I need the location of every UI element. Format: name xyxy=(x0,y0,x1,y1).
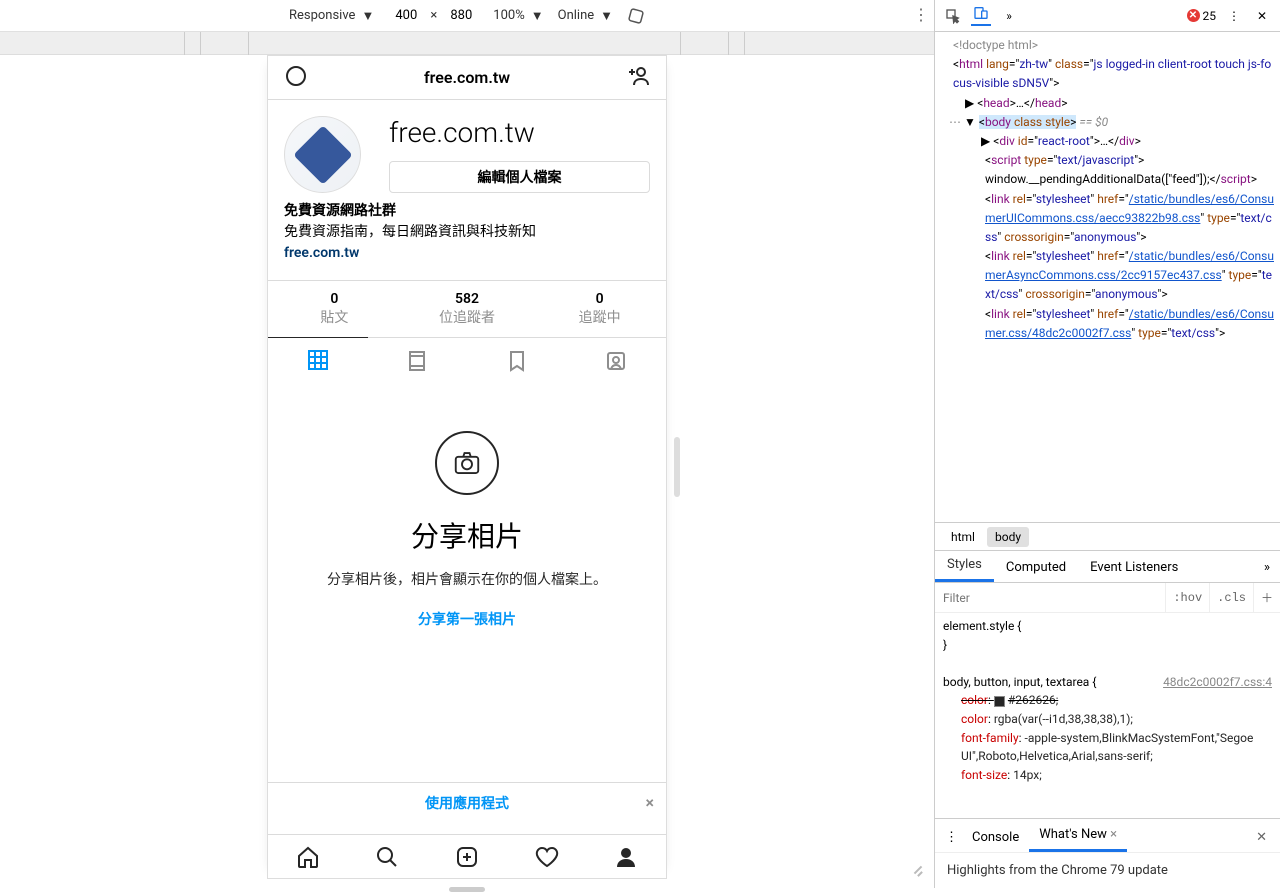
drawer-kebab[interactable]: ⋮ xyxy=(941,823,962,852)
use-app-link[interactable]: 使用應用程式 xyxy=(425,793,509,813)
device-mode-select[interactable]: Responsive ▼ xyxy=(289,8,374,24)
app-banner: 使用應用程式 × xyxy=(268,782,666,822)
tab-grid[interactable] xyxy=(268,337,368,383)
empty-description: 分享相片後，相片會顯示在你的個人檔案上。 xyxy=(292,569,642,589)
share-first-link[interactable]: 分享第一張相片 xyxy=(292,609,642,629)
username: free.com.tw xyxy=(389,116,650,149)
zoom-select[interactable]: 100% ▼ xyxy=(493,8,543,24)
cls-toggle[interactable]: .cls xyxy=(1209,583,1253,612)
emulation-toolbar: Responsive ▼ × 100% ▼ Online ▼ xyxy=(0,0,934,32)
chevron-down-icon: ▼ xyxy=(531,8,544,24)
nav-add[interactable] xyxy=(427,835,507,878)
width-input[interactable] xyxy=(388,8,424,23)
profile-stats: 0貼文 582位追蹤者 0追蹤中 xyxy=(268,280,666,337)
close-icon[interactable]: × xyxy=(646,793,655,812)
filter-input[interactable] xyxy=(935,587,1165,609)
rotate-button[interactable] xyxy=(627,7,645,25)
tab-styles[interactable]: Styles xyxy=(935,550,994,582)
stat-followers[interactable]: 582位追蹤者 xyxy=(401,281,534,337)
add-rule-button[interactable]: ＋ xyxy=(1253,583,1280,612)
styles-filter-row: :hov .cls ＋ xyxy=(935,583,1280,613)
page-title: free.com.tw xyxy=(424,68,510,87)
drawer: ⋮ Console What's New × ✕ Highlights from… xyxy=(935,818,1280,888)
elements-tree[interactable]: <!doctype html><html lang="zh-tw" class=… xyxy=(935,32,1280,522)
error-count[interactable]: ✕25 xyxy=(1187,9,1217,23)
camera-icon xyxy=(435,431,499,495)
tab-saved[interactable] xyxy=(467,338,567,383)
tab-event-listeners[interactable]: Event Listeners xyxy=(1078,553,1190,582)
drawer-tab-whatsnew[interactable]: What's New × xyxy=(1029,820,1127,852)
avatar[interactable] xyxy=(284,116,361,193)
nav-home[interactable] xyxy=(268,835,348,878)
chevron-down-icon: ▼ xyxy=(600,8,613,24)
settings-icon[interactable] xyxy=(284,64,308,92)
styles-tab-bar: Styles Computed Event Listeners » xyxy=(935,550,1280,583)
profile-tabs xyxy=(268,337,666,383)
devtools-panel: » ✕25 ⋮ ✕ <!doctype html><html lang="zh-… xyxy=(935,0,1280,888)
whats-new-content: Highlights from the Chrome 79 update xyxy=(935,852,1280,888)
times-icon: × xyxy=(430,8,437,23)
resize-handle-corner[interactable] xyxy=(910,864,926,880)
devtools-toolbar: » ✕25 ⋮ ✕ xyxy=(935,0,1280,32)
device-toggle-icon[interactable] xyxy=(971,6,991,26)
hov-toggle[interactable]: :hov xyxy=(1165,583,1209,612)
bottom-nav xyxy=(268,834,666,878)
ruler xyxy=(0,32,934,55)
bio-link[interactable]: free.com.tw xyxy=(284,243,650,264)
inspect-icon[interactable] xyxy=(943,6,963,26)
discover-people-icon[interactable] xyxy=(626,64,650,92)
tab-computed[interactable]: Computed xyxy=(994,553,1078,582)
resize-handle-right[interactable] xyxy=(674,437,680,497)
emulated-viewport: free.com.tw free.com.tw 編輯個人檔案 免費資源網路社群 … xyxy=(267,55,667,879)
bio-description: 免費資源指南，每日網路資訊與科技新知 xyxy=(284,222,650,243)
overflow-icon[interactable]: » xyxy=(1254,553,1280,582)
throttle-select[interactable]: Online ▼ xyxy=(558,8,613,24)
overflow-icon[interactable]: » xyxy=(999,6,1019,26)
height-input[interactable] xyxy=(443,8,479,23)
stat-following[interactable]: 0追蹤中 xyxy=(533,281,666,337)
tab-feed[interactable] xyxy=(368,338,468,383)
chevron-down-icon: ▼ xyxy=(361,8,374,24)
device-emulation-area: Responsive ▼ × 100% ▼ Online ▼ xyxy=(0,0,935,888)
kebab-menu[interactable] xyxy=(916,8,920,28)
empty-state: 分享相片 分享相片後，相片會顯示在你的個人檔案上。 分享第一張相片 xyxy=(268,383,666,677)
tab-tagged[interactable] xyxy=(567,338,667,383)
edit-profile-button[interactable]: 編輯個人檔案 xyxy=(389,161,650,193)
nav-profile[interactable] xyxy=(586,835,666,878)
nav-search[interactable] xyxy=(348,835,428,878)
close-icon[interactable]: ✕ xyxy=(1249,823,1274,852)
styles-pane[interactable]: element.style {}48dc2c0002f7.css:4body, … xyxy=(935,613,1280,818)
nav-activity[interactable] xyxy=(507,835,587,878)
bio-name: 免費資源網路社群 xyxy=(284,201,650,222)
close-icon[interactable]: × xyxy=(1110,827,1117,842)
ig-top-bar: free.com.tw xyxy=(268,56,666,100)
crumb-html[interactable]: html xyxy=(943,527,983,547)
crumb-body[interactable]: body xyxy=(987,527,1029,547)
empty-title: 分享相片 xyxy=(292,515,642,555)
stat-posts[interactable]: 0貼文 xyxy=(268,281,401,337)
close-icon[interactable]: ✕ xyxy=(1252,6,1272,26)
kebab-menu[interactable]: ⋮ xyxy=(1224,6,1244,26)
dom-breadcrumb: html body xyxy=(935,522,1280,550)
drawer-tab-console[interactable]: Console xyxy=(962,823,1029,852)
